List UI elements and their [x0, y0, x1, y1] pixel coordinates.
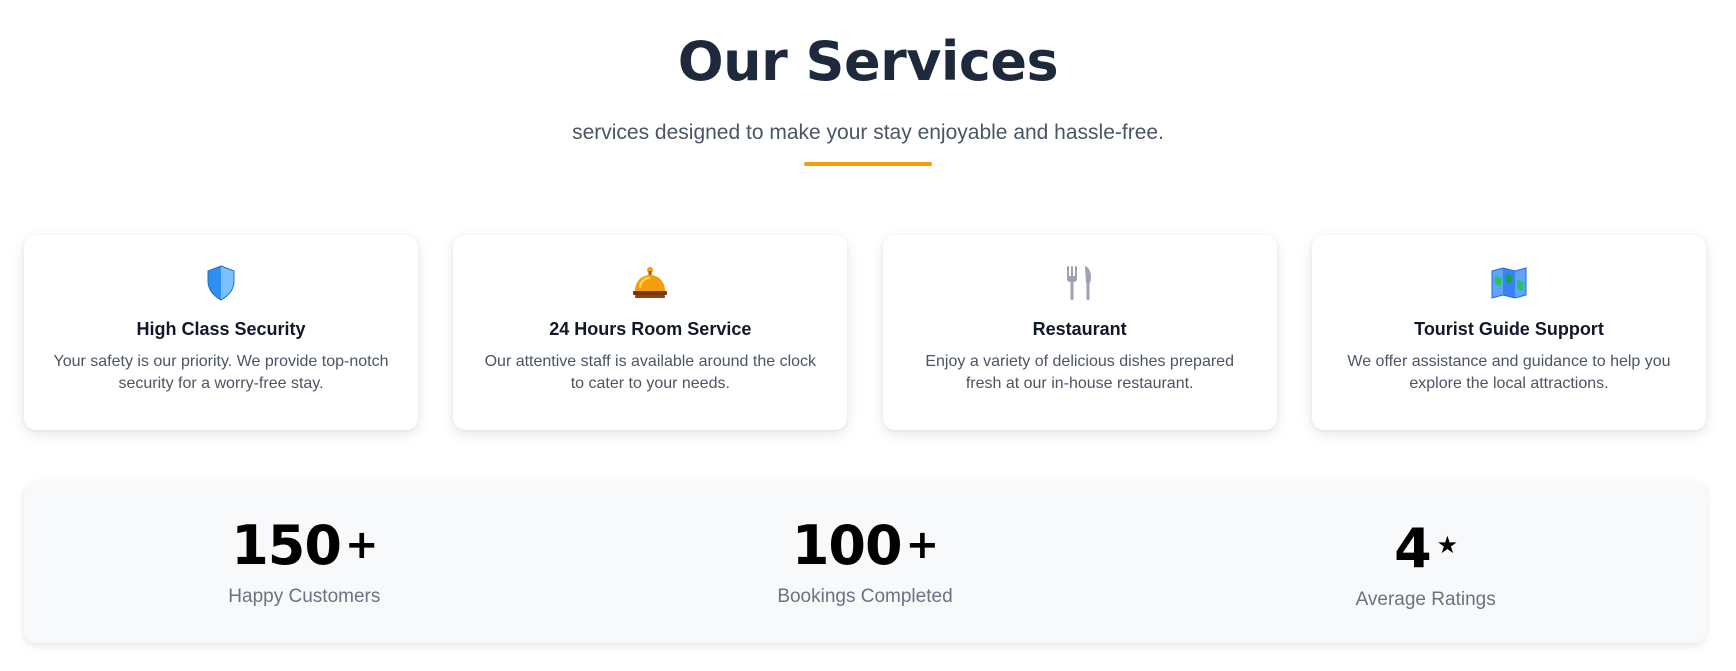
stat-suffix: +: [905, 522, 940, 568]
page-title: Our Services: [677, 30, 1059, 93]
stat-label: Happy Customers: [228, 586, 381, 607]
fork-knife-icon: [883, 263, 1277, 303]
page-subtitle: services designed to make your stay enjo…: [572, 121, 1164, 144]
stat-number: 150: [231, 514, 342, 577]
stat-number: 4: [1394, 517, 1432, 580]
stat-value-wrapper: 150 +: [24, 513, 585, 578]
stat-happy-customers: 150 + Happy Customers: [24, 481, 585, 643]
service-card-room-service: 24 Hours Room Service Our attentive staf…: [453, 235, 848, 430]
service-card-tourist-guide: Tourist Guide Support We offer assistanc…: [1311, 235, 1706, 430]
service-card-security: High Class Security Your safety is our p…: [24, 235, 418, 430]
service-description: Your safety is our priority. We provide …: [53, 353, 389, 392]
services-section: Our Services services designed to make y…: [0, 0, 1736, 671]
stat-number: 100: [791, 514, 903, 577]
star-icon: ★: [1436, 531, 1458, 559]
title-underline: [804, 162, 932, 166]
shield-icon: [24, 263, 418, 303]
service-title: 24 Hours Room Service: [549, 319, 752, 339]
service-title: Tourist Guide Support: [1414, 319, 1604, 339]
stat-value-wrapper: 100 +: [585, 513, 1146, 578]
services-grid: High Class Security Your safety is our p…: [24, 235, 1706, 430]
stat-bookings-completed: 100 + Bookings Completed: [585, 481, 1146, 643]
map-icon: [1312, 263, 1706, 303]
service-title: Restaurant: [1032, 319, 1127, 339]
service-title: High Class Security: [136, 319, 306, 339]
stats-panel: 150 + Happy Customers 100 + Bookings Compl…: [24, 481, 1706, 643]
service-description: Enjoy a variety of delicious dishes prep…: [925, 353, 1234, 392]
service-description: We offer assistance and guidance to help…: [1347, 353, 1671, 392]
service-card-restaurant: Restaurant Enjoy a variety of delicious …: [882, 235, 1277, 430]
stat-value-wrapper: 4 ★: [1145, 513, 1706, 581]
stat-label: Average Ratings: [1355, 589, 1496, 610]
stat-suffix: +: [344, 522, 379, 568]
stat-average-ratings: 4 ★ Average Ratings: [1145, 481, 1706, 643]
bellhop-bell-icon: [453, 263, 847, 303]
stat-label: Bookings Completed: [777, 586, 953, 607]
section-header: Our Services services designed to make y…: [0, 0, 1736, 166]
service-description: Our attentive staff is available around …: [484, 353, 817, 392]
